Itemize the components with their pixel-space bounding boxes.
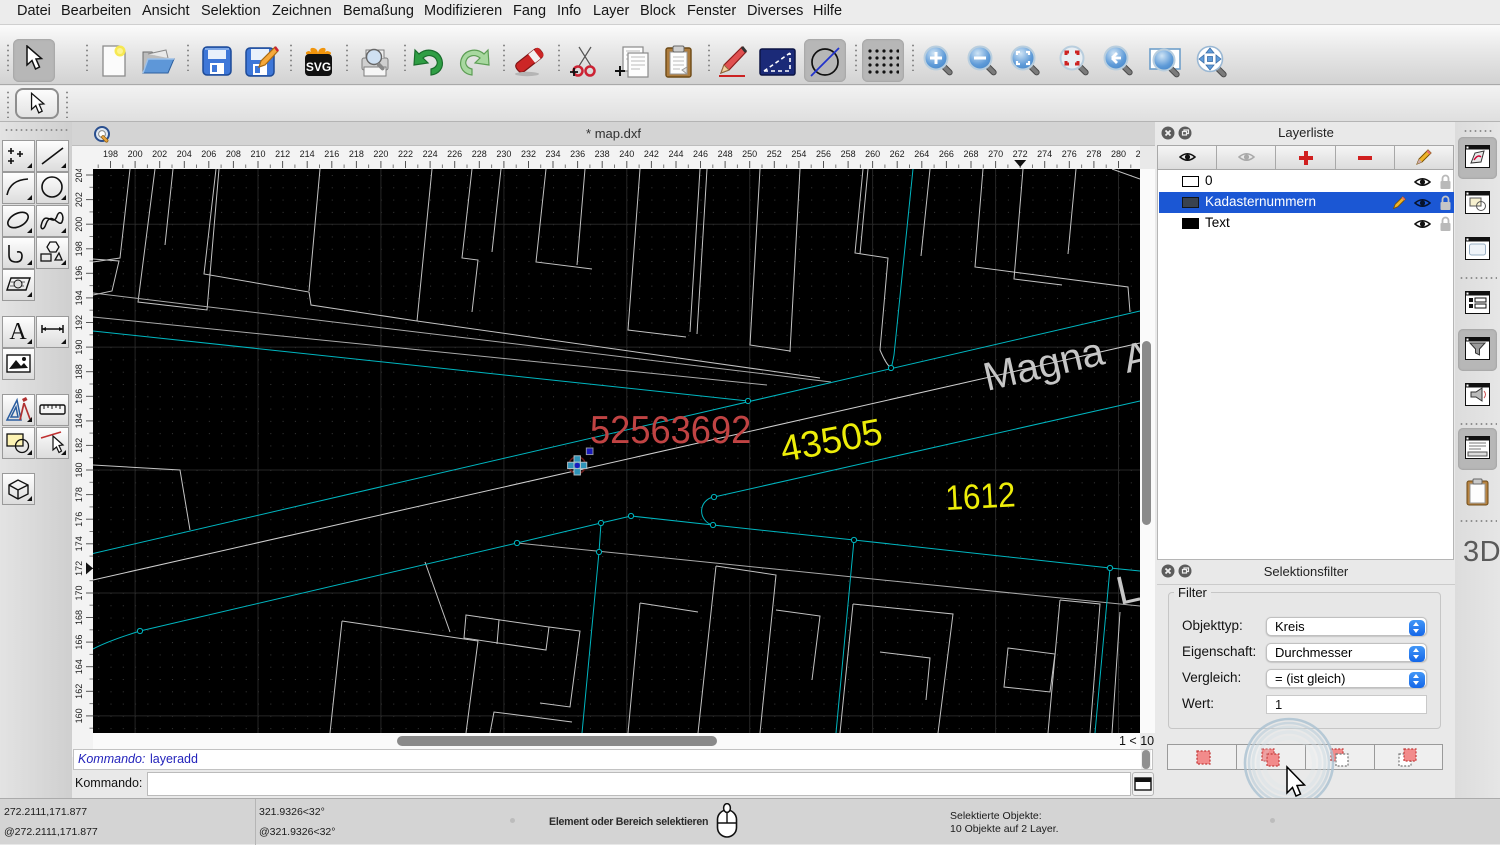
svg-text:204: 204 [74, 169, 84, 183]
svg-text:224: 224 [423, 149, 438, 159]
svg-text:1612: 1612 [944, 476, 1016, 519]
svg-text:238: 238 [595, 149, 610, 159]
svg-text:SVG: SVG [306, 60, 331, 74]
svg-text:228: 228 [472, 149, 487, 159]
svg-text:268: 268 [963, 149, 978, 159]
svg-text:244: 244 [668, 149, 683, 159]
svg-text:212: 212 [275, 149, 290, 159]
svg-text:164: 164 [74, 659, 84, 674]
svg-text:190: 190 [74, 340, 84, 355]
svg-text:200: 200 [74, 217, 84, 232]
svg-text:186: 186 [74, 389, 84, 404]
svg-text:252: 252 [767, 149, 782, 159]
svg-text:234: 234 [545, 149, 560, 159]
svg-text:178: 178 [74, 487, 84, 502]
svg-text:176: 176 [74, 512, 84, 527]
svg-text:A: A [9, 319, 27, 345]
svg-text:214: 214 [300, 149, 315, 159]
svg-text:250: 250 [742, 149, 757, 159]
svg-text:272: 272 [1013, 149, 1028, 159]
svg-text:274: 274 [1037, 149, 1052, 159]
svg-text:180: 180 [74, 462, 84, 477]
svg-text:208: 208 [226, 149, 241, 159]
svg-text:254: 254 [791, 149, 806, 159]
svg-text:172: 172 [74, 561, 84, 576]
svg-text:270: 270 [988, 149, 1003, 159]
svg-text:236: 236 [570, 149, 585, 159]
svg-text:240: 240 [619, 149, 634, 159]
svg-text:278: 278 [1086, 149, 1101, 159]
svg-text:246: 246 [693, 149, 708, 159]
svg-text:206: 206 [201, 149, 216, 159]
svg-text:174: 174 [74, 536, 84, 551]
svg-text:218: 218 [349, 149, 364, 159]
svg-text:220: 220 [373, 149, 388, 159]
svg-text:196: 196 [74, 266, 84, 281]
svg-text:168: 168 [74, 610, 84, 625]
svg-text:242: 242 [644, 149, 659, 159]
svg-text:232: 232 [521, 149, 536, 159]
svg-text:282: 282 [1136, 149, 1140, 159]
svg-text:226: 226 [447, 149, 462, 159]
svg-text:216: 216 [324, 149, 339, 159]
svg-text:200: 200 [128, 149, 143, 159]
svg-text:162: 162 [74, 684, 84, 699]
svg-text:202: 202 [74, 192, 84, 207]
svg-text:182: 182 [74, 438, 84, 453]
svg-text:192: 192 [74, 315, 84, 330]
svg-text:276: 276 [1062, 149, 1077, 159]
svg-text:194: 194 [74, 290, 84, 305]
svg-text:262: 262 [890, 149, 905, 159]
svg-text:248: 248 [718, 149, 733, 159]
svg-text:258: 258 [841, 149, 856, 159]
svg-text:280: 280 [1111, 149, 1126, 159]
svg-text:256: 256 [816, 149, 831, 159]
svg-text:204: 204 [177, 149, 192, 159]
svg-text:202: 202 [152, 149, 167, 159]
svg-text:230: 230 [496, 149, 511, 159]
svg-text:266: 266 [939, 149, 954, 159]
svg-text:188: 188 [74, 364, 84, 379]
svg-text:52563692: 52563692 [590, 408, 751, 451]
svg-text:264: 264 [914, 149, 929, 159]
svg-text:160: 160 [74, 708, 84, 723]
svg-text:198: 198 [74, 241, 84, 256]
svg-text:166: 166 [74, 635, 84, 650]
svg-text:222: 222 [398, 149, 413, 159]
svg-text:170: 170 [74, 585, 84, 600]
svg-text:198: 198 [103, 149, 118, 159]
svg-text:210: 210 [250, 149, 265, 159]
svg-text:260: 260 [865, 149, 880, 159]
svg-text:184: 184 [74, 413, 84, 428]
